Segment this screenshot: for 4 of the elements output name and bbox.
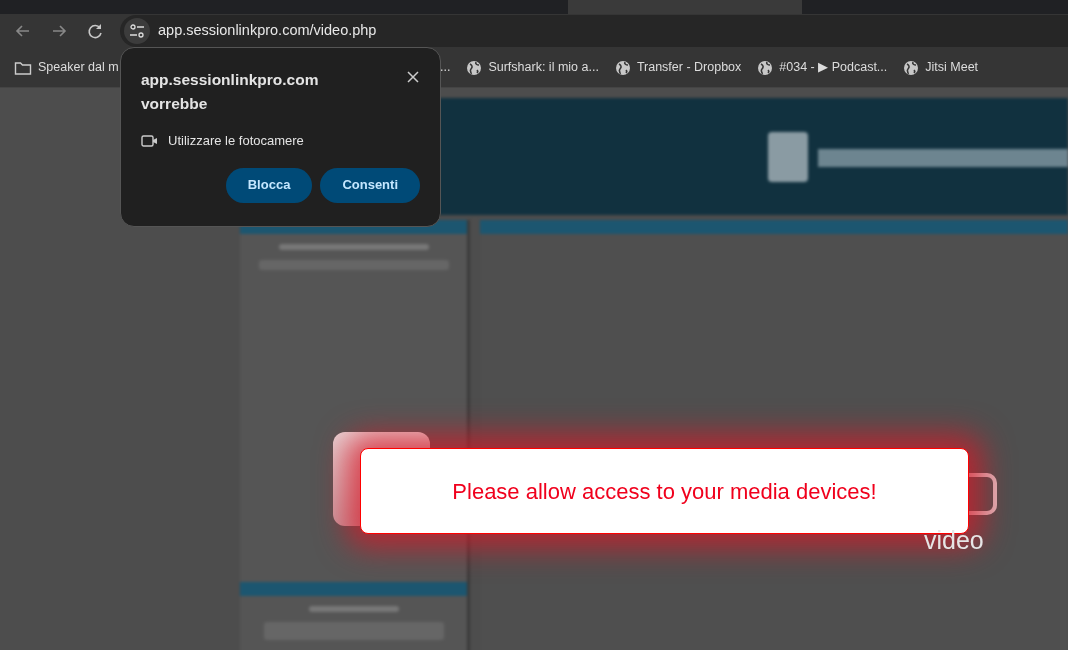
alert-message: Please allow access to your media devices! (360, 448, 969, 534)
permission-label: Utilizzare le fotocamere (168, 132, 304, 150)
url-text: app.sessionlinkpro.com/video.php (158, 21, 377, 41)
popup-title: app.sessionlinkpro.com vorrebbe (141, 70, 320, 114)
